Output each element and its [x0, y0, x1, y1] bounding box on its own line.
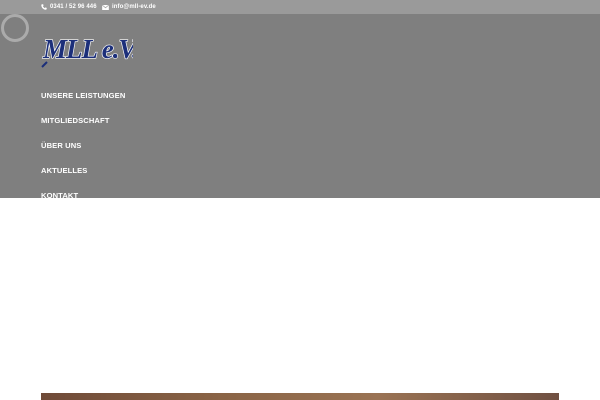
nav-item-kontakt[interactable]: KONTAKT: [41, 191, 125, 216]
logo-text: MLL e.V.: [42, 34, 133, 64]
phone-icon: [41, 4, 47, 10]
hero-image: [41, 393, 559, 400]
site-logo[interactable]: MLL e.V.: [41, 28, 140, 77]
nav-item-aktuelles[interactable]: AKTUELLES: [41, 166, 125, 191]
email-contact[interactable]: info@mll-ev.de: [102, 1, 156, 13]
loading-spinner-icon: [1, 14, 29, 42]
email-address[interactable]: info@mll-ev.de: [112, 4, 156, 10]
main-navigation: UNSERE LEISTUNGEN MITGLIEDSCHAFT ÜBER UN…: [41, 91, 125, 216]
nav-item-ueber-uns[interactable]: ÜBER UNS: [41, 141, 125, 166]
site-header: MLL e.V. UNSERE LEISTUNGEN MITGLIEDSCHAF…: [0, 14, 600, 200]
nav-item-unsere-leistungen[interactable]: UNSERE LEISTUNGEN: [41, 91, 125, 116]
phone-number[interactable]: 0341 / 52 96 446: [50, 4, 97, 10]
mll-logo: MLL e.V.: [41, 33, 140, 68]
phone-contact[interactable]: 0341 / 52 96 446: [41, 1, 97, 13]
envelope-icon: [102, 4, 109, 10]
nav-item-mitgliedschaft[interactable]: MITGLIEDSCHAFT: [41, 116, 125, 141]
top-contact-bar: 0341 / 52 96 446 info@mll-ev.de: [0, 0, 600, 14]
